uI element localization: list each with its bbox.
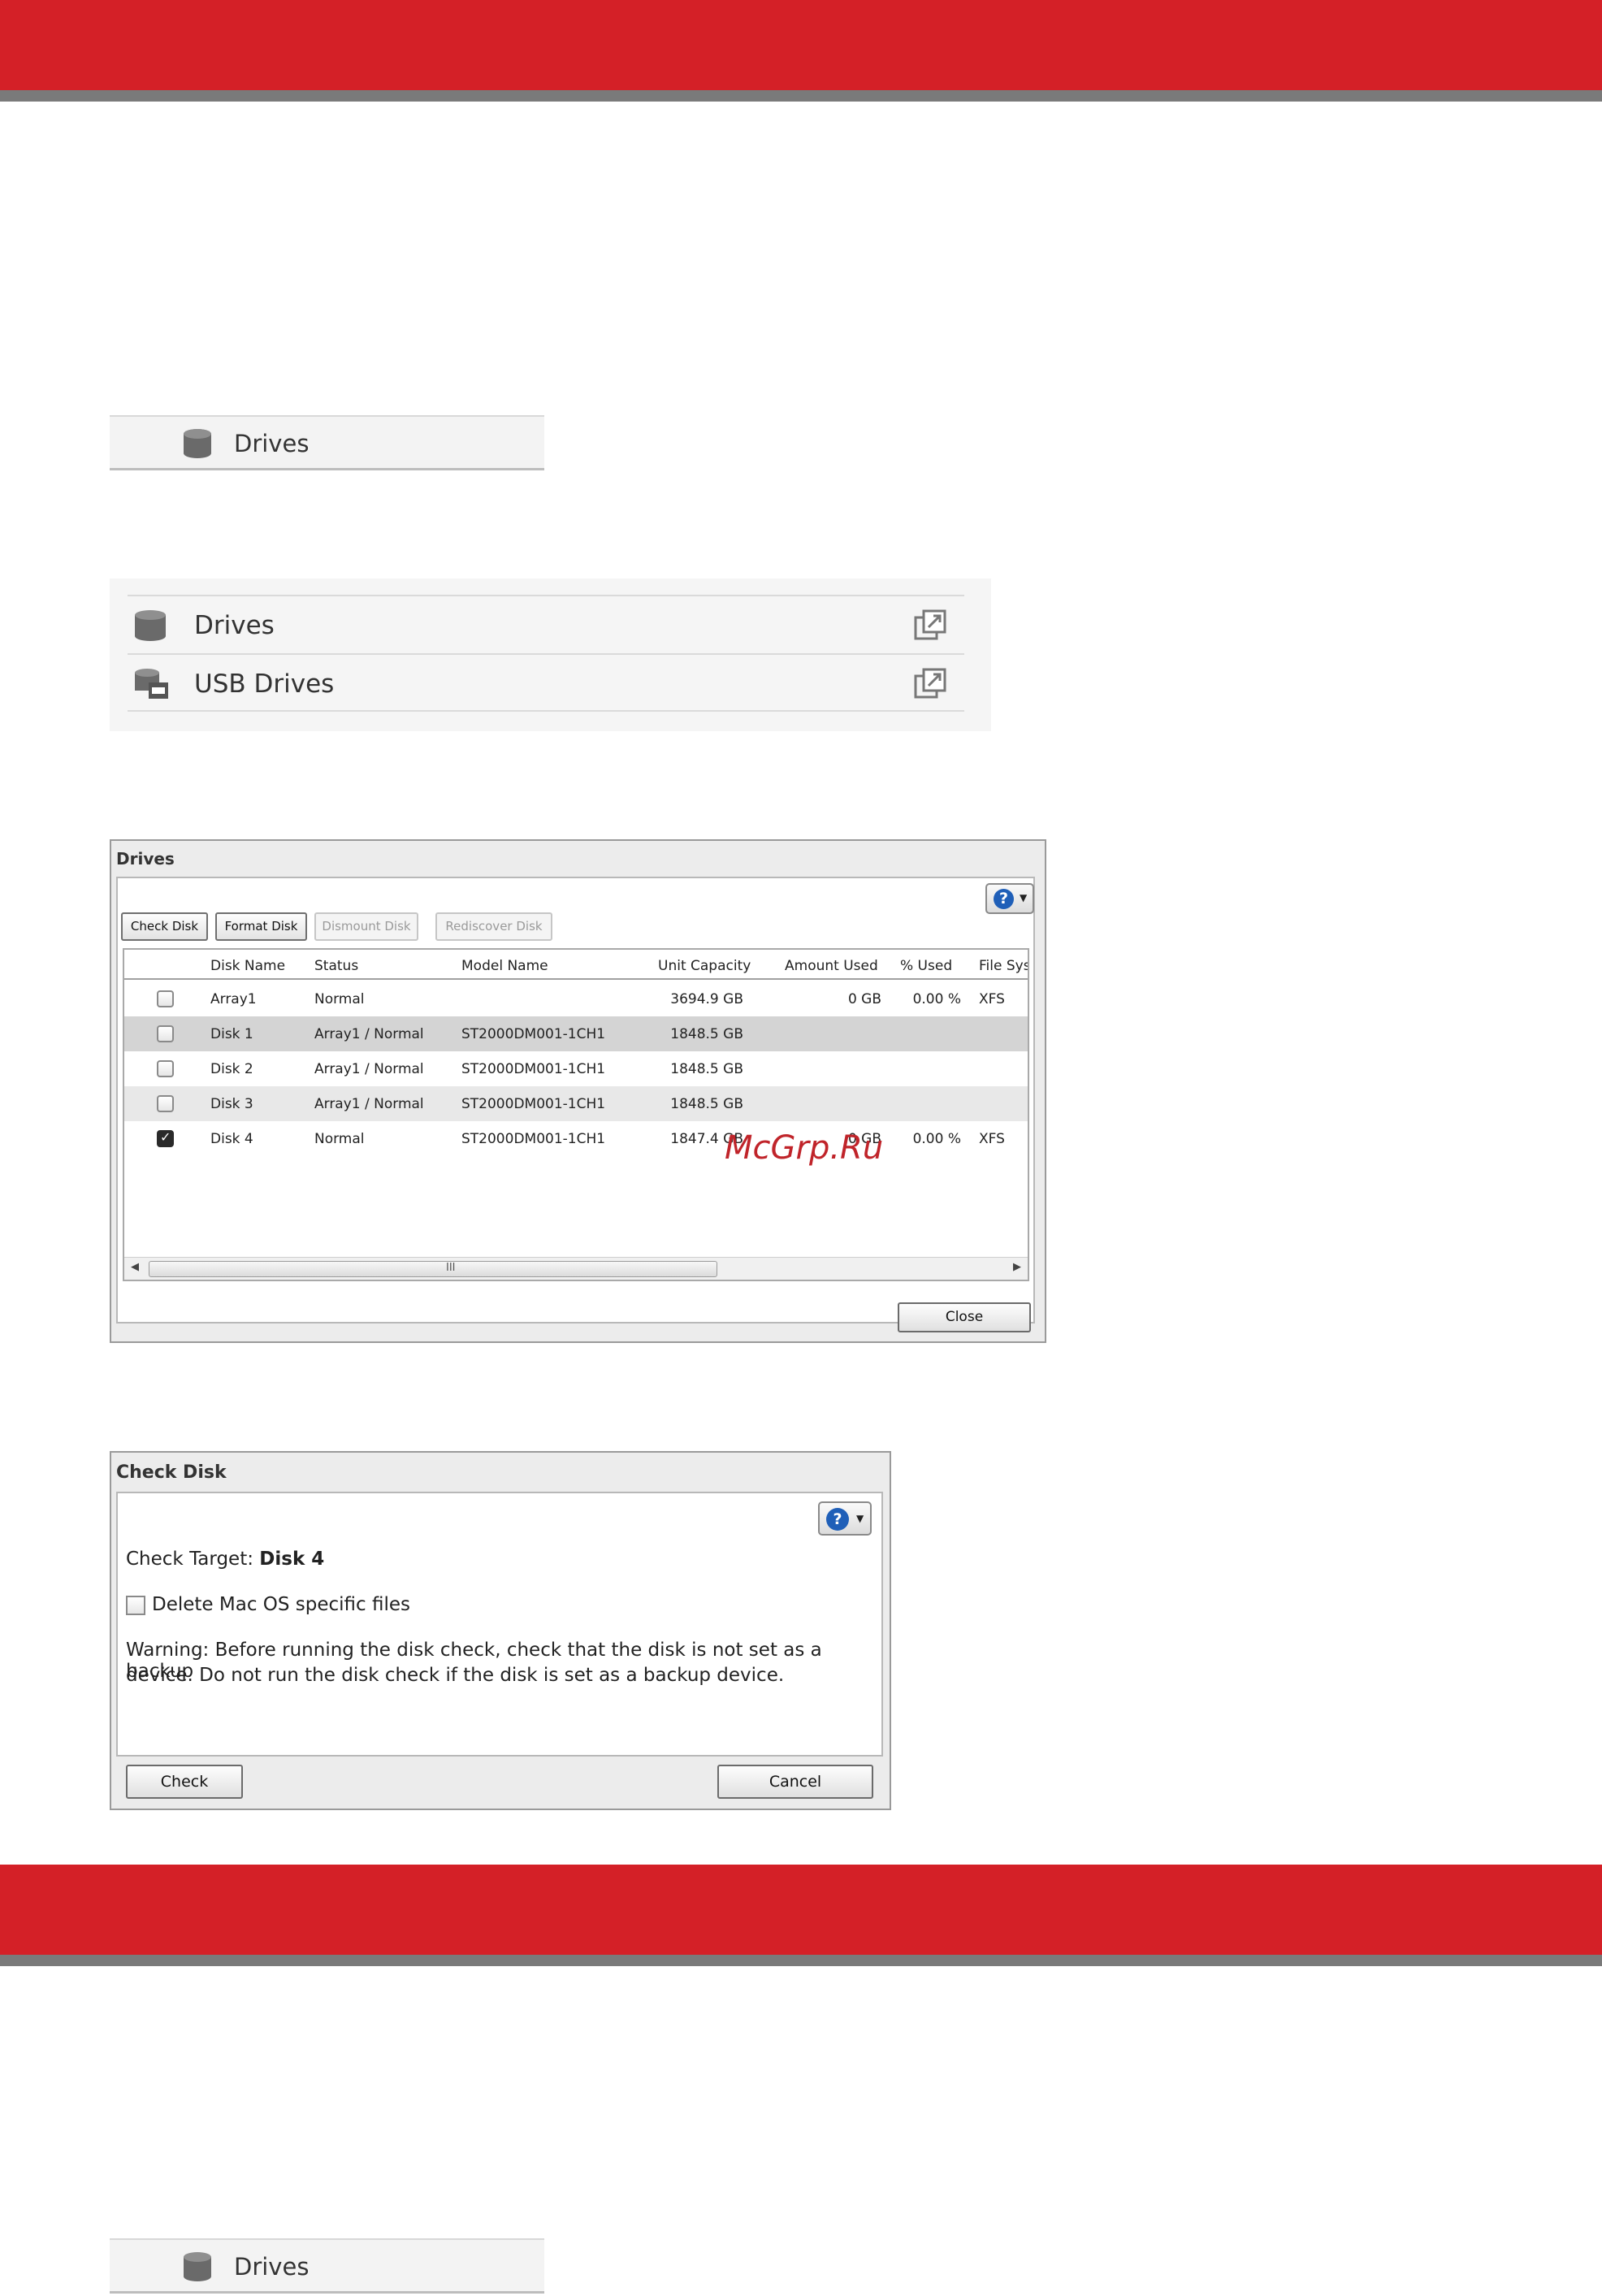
table-row[interactable]: Disk 3 Array1 / Normal ST2000DM001-1CH1 184… <box>124 1086 1028 1121</box>
column-header[interactable]: Status <box>314 958 358 974</box>
unit-capacity-cell: 1848.5 GB <box>670 1096 743 1112</box>
delete-mac-files-label: Delete Mac OS specific files <box>152 1594 411 1615</box>
column-header[interactable]: Unit Capacity <box>658 958 751 974</box>
section-header-band <box>0 1865 1602 1966</box>
model-name-cell: ST2000DM001-1CH1 <box>461 1026 606 1042</box>
dismount-disk-button[interactable]: Dismount Disk <box>314 912 418 941</box>
help-icon: ? <box>994 889 1014 909</box>
warning-text-line2: device. Do not run the disk check if the… <box>126 1665 785 1686</box>
header-band-shadow <box>0 90 1602 102</box>
table-row[interactable]: Array1 Normal 3694.9 GB 0 GB 0.00 % XFS <box>124 981 1028 1016</box>
status-cell: Array1 / Normal <box>314 1026 424 1042</box>
disk-stack-icon <box>132 609 168 645</box>
chevron-down-icon: ▼ <box>856 1513 864 1524</box>
percent-used-cell: 0.00 % <box>912 1131 961 1147</box>
top-header-band <box>0 0 1602 102</box>
watermark-text: McGrp.Ru <box>725 1129 884 1167</box>
horizontal-scrollbar[interactable]: ◀ III ▶ <box>124 1257 1028 1280</box>
chevron-down-icon: ▼ <box>1020 892 1028 903</box>
menu-item-drives-label: Drives <box>194 611 275 640</box>
check-target-label: Check Target: <box>126 1549 253 1570</box>
status-cell: Normal <box>314 1131 365 1147</box>
disk-name-cell: Disk 2 <box>210 1061 253 1077</box>
help-button[interactable]: ? ▼ <box>818 1501 872 1536</box>
amount-used-cell: 0 GB <box>847 991 881 1007</box>
column-header[interactable]: % Used <box>900 958 952 974</box>
open-window-icon[interactable] <box>914 668 946 702</box>
help-icon: ? <box>826 1508 849 1531</box>
row-checkbox[interactable] <box>157 1129 174 1147</box>
disk-stack-icon <box>181 2251 214 2285</box>
check-target-value: Disk 4 <box>259 1549 325 1570</box>
close-button[interactable]: Close <box>898 1302 1031 1332</box>
scroll-left-icon[interactable]: ◀ <box>131 1261 139 1273</box>
disk-name-cell: Disk 3 <box>210 1096 253 1112</box>
column-header[interactable]: Disk Name <box>210 958 285 974</box>
rediscover-disk-button[interactable]: Rediscover Disk <box>435 912 552 941</box>
menu-item-usb-drives[interactable]: USB Drives <box>128 653 964 712</box>
disk-name-cell: Disk 4 <box>210 1131 253 1147</box>
status-cell: Array1 / Normal <box>314 1061 424 1077</box>
column-header[interactable]: Model Name <box>461 958 548 974</box>
drives-menu-label: Drives <box>234 430 310 457</box>
drives-dialog-title: Drives <box>116 849 175 869</box>
row-checkbox[interactable] <box>157 1095 174 1112</box>
row-checkbox[interactable] <box>157 1025 174 1042</box>
usb-drive-icon <box>132 668 171 705</box>
row-checkbox[interactable] <box>157 1060 174 1077</box>
scroll-right-icon[interactable]: ▶ <box>1013 1261 1021 1273</box>
unit-capacity-cell: 1848.5 GB <box>670 1026 743 1042</box>
column-header[interactable]: Amount Used <box>785 958 878 974</box>
drives-table: Disk Name Status Model Name Unit Capacit… <box>123 948 1029 1281</box>
model-name-cell: ST2000DM001-1CH1 <box>461 1061 606 1077</box>
menu-item-usb-drives-label: USB Drives <box>194 669 335 699</box>
check-disk-dialog-title: Check Disk <box>116 1462 227 1483</box>
file-system-cell: XFS <box>979 1131 1005 1147</box>
scrollbar-grip: III <box>446 1262 456 1274</box>
unit-capacity-cell: 1848.5 GB <box>670 1061 743 1077</box>
check-disk-dialog: Check Disk ? ▼ Check Target: Disk 4 Dele… <box>110 1451 891 1810</box>
unit-capacity-cell: 3694.9 GB <box>670 991 743 1007</box>
table-row[interactable]: Disk 2 Array1 / Normal ST2000DM001-1CH1 184… <box>124 1051 1028 1086</box>
check-button[interactable]: Check <box>126 1765 243 1799</box>
row-checkbox[interactable] <box>157 990 174 1007</box>
disk-name-cell: Disk 1 <box>210 1026 253 1042</box>
open-window-icon[interactable] <box>914 609 946 643</box>
drives-menu-item[interactable]: Drives <box>110 2238 544 2294</box>
drives-dialog-body: ? ▼ Check Disk Format Disk Dismount Disk… <box>116 877 1035 1323</box>
format-disk-button[interactable]: Format Disk <box>215 912 307 941</box>
delete-mac-files-checkbox[interactable] <box>126 1596 145 1615</box>
menu-item-drives[interactable]: Drives <box>128 595 964 653</box>
check-disk-button[interactable]: Check Disk <box>121 912 208 941</box>
column-header[interactable]: File Sys <box>979 958 1028 974</box>
cancel-button[interactable]: Cancel <box>717 1765 873 1799</box>
drives-menu-label: Drives <box>234 2253 310 2281</box>
drives-menu-item[interactable]: Drives <box>110 415 544 470</box>
header-band-shadow <box>0 1955 1602 1966</box>
status-cell: Normal <box>314 991 365 1007</box>
help-button[interactable]: ? ▼ <box>985 883 1034 914</box>
disk-name-cell: Array1 <box>210 991 257 1007</box>
scrollbar-thumb[interactable]: III <box>149 1261 717 1277</box>
storage-menu-panel: Drives USB Drives <box>110 578 991 731</box>
model-name-cell: ST2000DM001-1CH1 <box>461 1131 606 1147</box>
drives-dialog: Drives ? ▼ Check Disk Format Disk Dismou… <box>110 839 1046 1343</box>
check-disk-dialog-body: ? ▼ Check Target: Disk 4 Delete Mac OS s… <box>116 1492 883 1757</box>
table-row[interactable]: Disk 1 Array1 / Normal ST2000DM001-1CH1 184… <box>124 1016 1028 1051</box>
table-header: Disk Name Status Model Name Unit Capacit… <box>124 950 1028 980</box>
check-target-line: Check Target: Disk 4 <box>126 1549 324 1570</box>
disk-stack-icon <box>181 428 214 462</box>
percent-used-cell: 0.00 % <box>912 991 961 1007</box>
model-name-cell: ST2000DM001-1CH1 <box>461 1096 606 1112</box>
file-system-cell: XFS <box>979 991 1005 1007</box>
status-cell: Array1 / Normal <box>314 1096 424 1112</box>
table-row[interactable]: Disk 4NormalST2000DM001-1CH11847.4 GB0 G… <box>124 1121 1028 1156</box>
